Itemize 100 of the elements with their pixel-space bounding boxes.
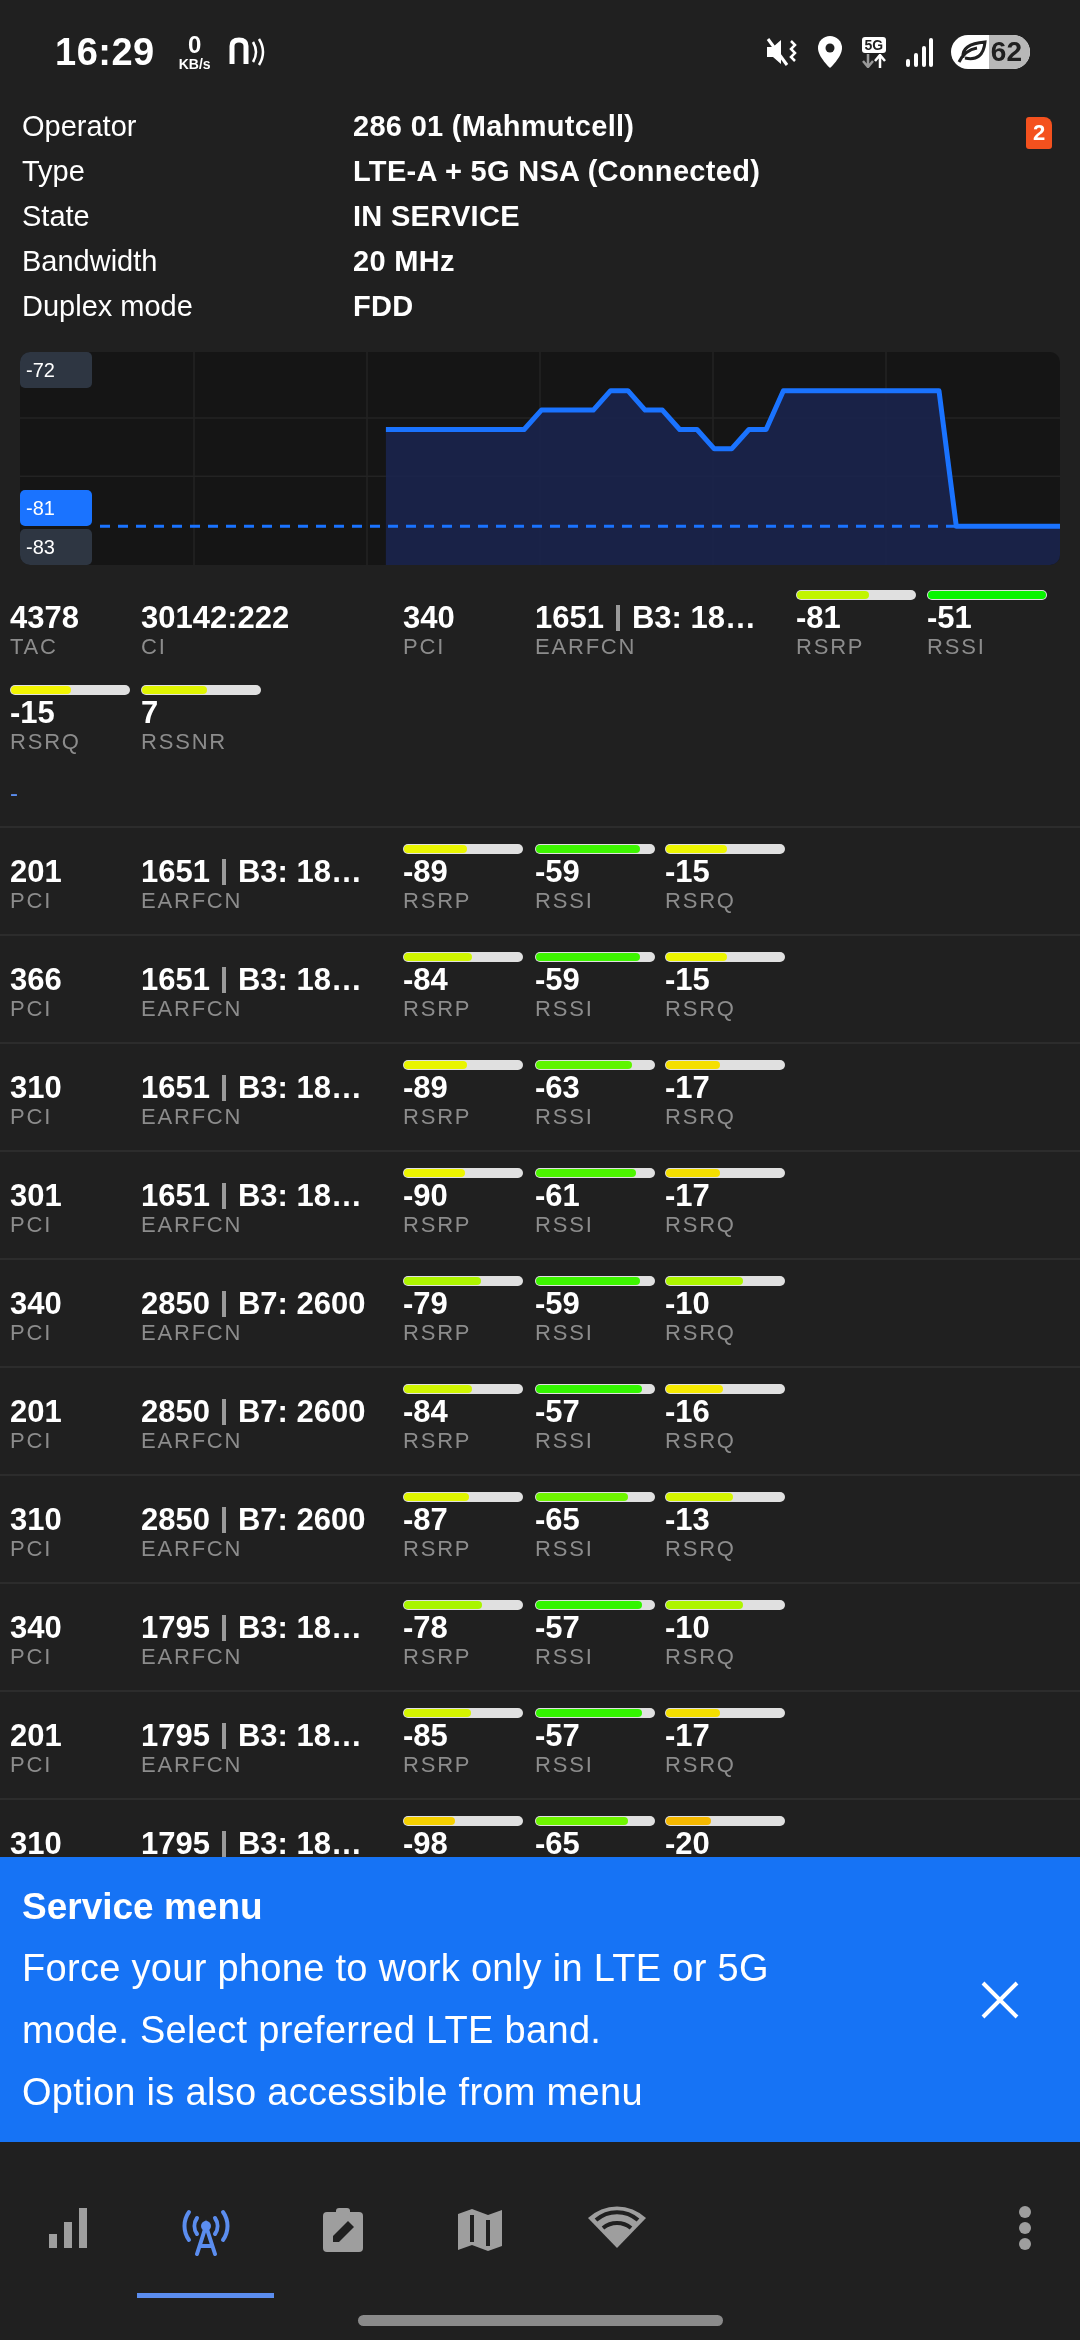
cell-label: PCI (10, 1212, 53, 1238)
cell-label: RSRQ (665, 1104, 736, 1130)
cell-label: PCI (10, 1536, 53, 1562)
cell-value: B3: 18… (237, 1072, 362, 1104)
cell-label: RSRQ (665, 996, 736, 1022)
cell-label: EARFCN (141, 888, 243, 914)
cell-value: -89 (403, 1072, 448, 1104)
cell-value: -65 (535, 1828, 580, 1857)
cell-value: 2850 (141, 1288, 210, 1320)
cell-value: -61 (535, 1180, 580, 1212)
cell-value: -79 (403, 1288, 448, 1320)
cell-value: 301 (10, 1180, 62, 1212)
banner-text: Force your phone to work only in LTE or 5G mode. Select preferred LTE band. Option is also accessible from menu (22, 1945, 770, 2115)
cell-value: B7: 2600 (237, 1396, 366, 1428)
cell-value: -15 (665, 856, 710, 888)
cell-value: -89 (403, 856, 448, 888)
banner-title: Service menu (22, 1884, 263, 1929)
cell-label: PCI (10, 888, 53, 914)
cell-value: -20 (665, 1828, 710, 1857)
cell-value: B3: 18… (237, 1180, 362, 1212)
cell-label: PCI (10, 996, 53, 1022)
data-arrows-icon (860, 53, 887, 68)
cell-value: -84 (403, 1396, 448, 1428)
cell-label: RSRP (403, 1320, 472, 1346)
info-label: Bandwidth (22, 245, 159, 278)
cell-label: RSSI (535, 1644, 594, 1670)
cell-value: -87 (403, 1504, 448, 1536)
clipboard-edit-icon (320, 2206, 365, 2254)
cell-label: RSSI (535, 996, 594, 1022)
info-value: 286 01 (Mahmutcell) (353, 110, 635, 143)
cell-label: RSRQ (665, 1212, 736, 1238)
cell-label: EARFCN (141, 996, 243, 1022)
info-value: IN SERVICE (353, 200, 520, 233)
cell-value: 366 (10, 964, 62, 996)
cell-value: 201 (10, 856, 62, 888)
cell-value: -10 (665, 1288, 710, 1320)
cell-label: PCI (10, 1428, 53, 1454)
map-icon (455, 2206, 504, 2254)
cell-label: RSRP (403, 1752, 472, 1778)
cell-label: RSSI (535, 1212, 594, 1238)
cell-label: RSSI (535, 888, 594, 914)
cell-value: -15 (10, 697, 55, 729)
cell-value: -59 (535, 1288, 580, 1320)
cell-value: 340 (10, 1612, 62, 1644)
cell-value: -78 (403, 1612, 448, 1644)
cell-label: EARFCN (141, 1428, 243, 1454)
cell-value: 2850 (141, 1396, 210, 1428)
cell-value: -81 (796, 602, 841, 634)
network-speed: 0 (187, 33, 202, 57)
cell-value: 4378 (10, 602, 79, 634)
cell-value: 1651 (141, 1180, 210, 1212)
cell-value: -57 (535, 1396, 580, 1428)
info-label: Operator (22, 110, 138, 143)
info-label: State (22, 200, 91, 233)
cell-value: -98 (403, 1828, 448, 1857)
status-dash: - (10, 780, 18, 806)
cell-label: EARFCN (141, 1104, 243, 1130)
cell-label: RSRP (403, 888, 472, 914)
cell-value: B7: 2600 (237, 1288, 366, 1320)
cell-value: 201 (10, 1720, 62, 1752)
cell-label: PCI (10, 1104, 53, 1130)
cell-label: RSSI (535, 1104, 594, 1130)
cell-value: 201 (10, 1396, 62, 1428)
wifi-icon (587, 2206, 646, 2250)
cell-signal-icon (904, 37, 933, 67)
cell-value: 1651 (141, 964, 210, 996)
network-type: 5G (861, 36, 887, 53)
cell-value: 310 (10, 1504, 62, 1536)
leaf-icon (956, 40, 987, 64)
cell-label: RSSI (535, 1428, 594, 1454)
cell-label: RSRQ (665, 1752, 736, 1778)
cell-value: B3: 18… (237, 1720, 362, 1752)
cell-value: -17 (665, 1720, 710, 1752)
cell-value: B3: 18… (237, 856, 362, 888)
cell-value: 340 (403, 602, 455, 634)
cell-value: -57 (535, 1720, 580, 1752)
cell-label: RSRQ (665, 1644, 736, 1670)
cell-value: 1795 (141, 1612, 210, 1644)
axis-label: -72 (20, 352, 92, 388)
cell-value: -10 (665, 1612, 710, 1644)
cell-value: 1795 (141, 1828, 210, 1857)
cell-label: EARFCN (141, 1752, 243, 1778)
axis-label: -83 (20, 529, 92, 565)
cell-label: RSRP (403, 1212, 472, 1238)
cell-value: -16 (665, 1396, 710, 1428)
cell-value: 30142:222 (141, 602, 290, 634)
battery-indicator: 62 (950, 35, 1030, 69)
cell-label: RSRQ (665, 1428, 736, 1454)
cell-value: -65 (535, 1504, 580, 1536)
cell-label: RSSI (535, 1536, 594, 1562)
info-label: Type (22, 155, 86, 188)
cell-value: -17 (665, 1072, 710, 1104)
cell-value: -15 (665, 964, 710, 996)
cell-value: 1651 (141, 1072, 210, 1104)
cell-value: -63 (535, 1072, 580, 1104)
cell-label: EARFCN (141, 1536, 243, 1562)
cell-label: EARFCN (141, 1212, 243, 1238)
cell-label: RSSI (927, 634, 986, 660)
cell-value: B3: 18… (631, 602, 756, 634)
cell-label: PCI (10, 1320, 53, 1346)
